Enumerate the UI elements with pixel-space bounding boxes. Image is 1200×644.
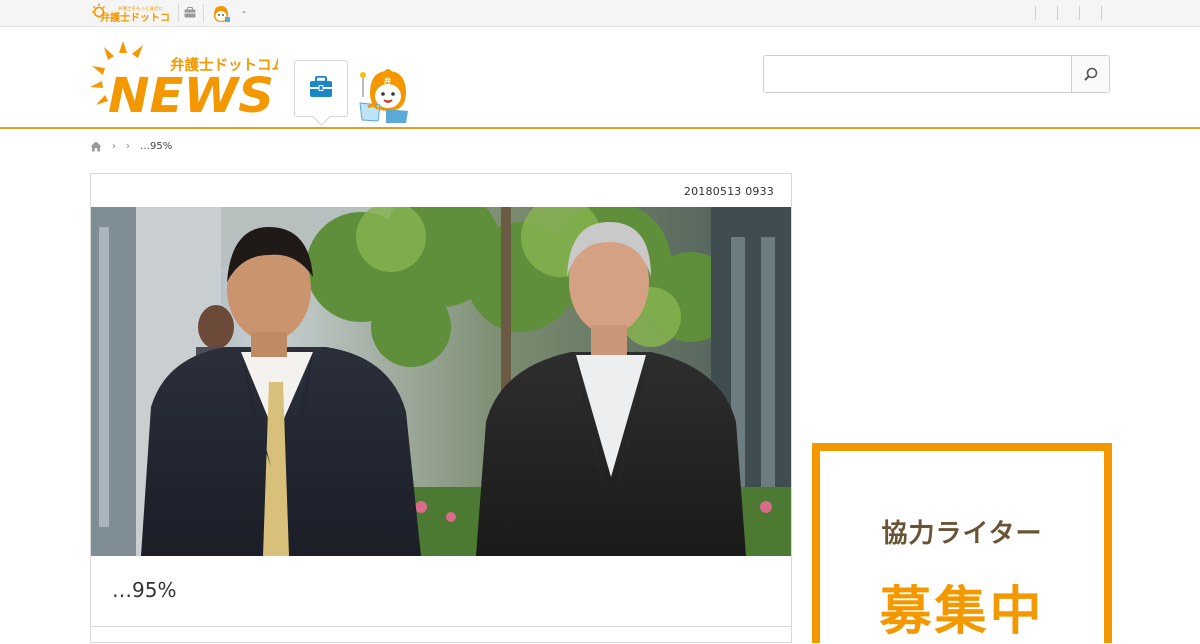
topbar-right-divider	[1057, 6, 1058, 20]
top-utility-bar: 弁護士をもっと身近に 弁護士ドットコム -	[0, 0, 1200, 27]
banner-subtitle: 協力ライター	[881, 519, 1043, 549]
topbar-right-divider	[1079, 6, 1080, 20]
article-title: …95%	[112, 578, 177, 602]
toolbox-button[interactable]	[294, 60, 348, 117]
topbar-right-divider	[1101, 6, 1102, 20]
topbar-separator-text: -	[242, 5, 246, 18]
article-photo	[91, 207, 791, 556]
toolbox-icon	[310, 76, 332, 97]
article-date: 20180513 0933	[683, 185, 774, 198]
mini-logo-text: 弁護士ドットコム	[100, 11, 170, 23]
banner-headline: 募集中	[879, 582, 1045, 642]
search-input[interactable]	[764, 56, 1072, 92]
logo-news-text: NEWS	[108, 68, 274, 117]
chevron-right-icon: ›	[112, 140, 116, 152]
mascot-mini-icon[interactable]	[211, 3, 231, 23]
mascot-icon[interactable]: 弁	[356, 65, 414, 123]
svg-text:弁: 弁	[384, 76, 391, 85]
search-icon	[1084, 67, 1098, 81]
topbar-divider	[203, 4, 204, 22]
topbar-divider	[178, 4, 179, 22]
article-divider	[91, 626, 791, 627]
chevron-right-icon: ›	[126, 140, 130, 152]
site-header: 弁護士ドットコム NEWS 弁	[0, 27, 1200, 129]
search-button[interactable]	[1071, 56, 1109, 92]
writer-recruit-banner[interactable]: 協力ライター 募集中	[812, 443, 1112, 643]
mini-brand-logo[interactable]: 弁護士をもっと身近に 弁護士ドットコム	[90, 3, 170, 23]
topbar-right-divider	[1035, 6, 1036, 20]
breadcrumb: › › …95%	[90, 139, 172, 153]
mini-logo-tagline: 弁護士をもっと身近に	[118, 5, 163, 12]
home-icon[interactable]	[90, 141, 102, 152]
news-logo[interactable]: 弁護士ドットコム NEWS	[88, 39, 278, 117]
toolbox-mini-icon[interactable]	[184, 7, 196, 18]
breadcrumb-current: …95%	[140, 140, 173, 152]
search-box	[763, 55, 1110, 93]
article-card: 20180513 0933 …95%	[90, 173, 792, 643]
